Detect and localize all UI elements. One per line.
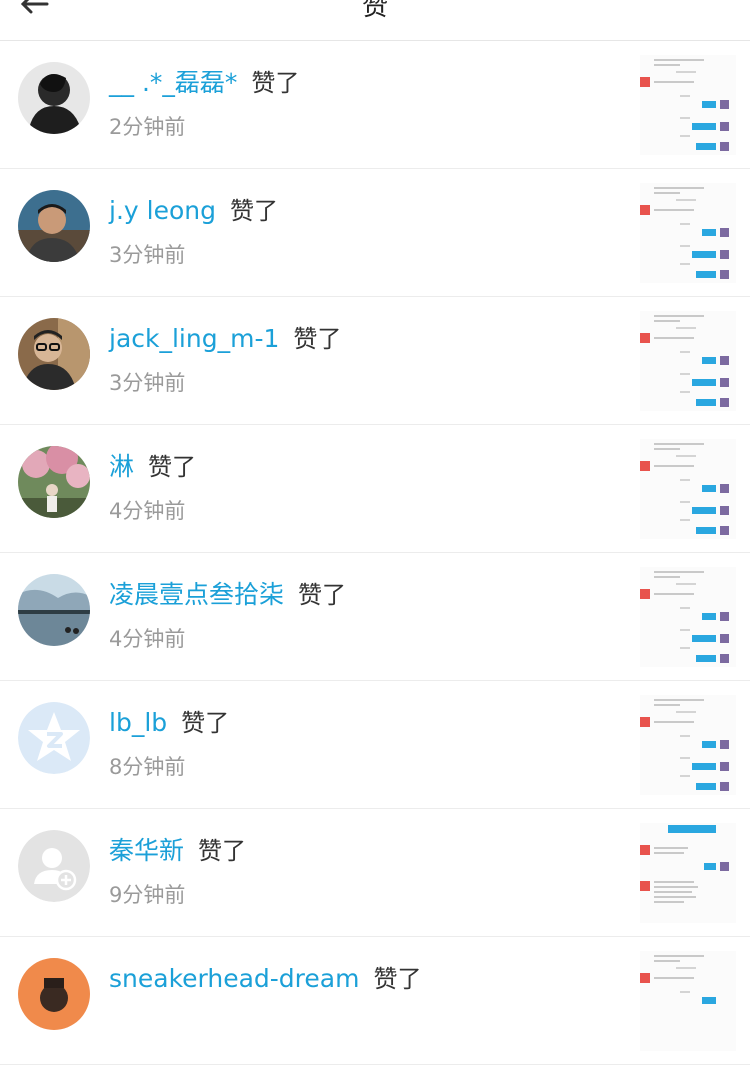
like-line: 凌晨壹点叁拾柒 赞了 bbox=[109, 575, 346, 611]
timestamp: 9分钟前 bbox=[109, 883, 186, 907]
page-title: 赞 bbox=[361, 0, 388, 22]
timestamp: 4分钟前 bbox=[109, 627, 186, 651]
like-line: lb_lb 赞了 bbox=[109, 703, 229, 738]
action-text: 赞了 bbox=[148, 453, 197, 481]
action-text: 赞了 bbox=[293, 325, 342, 353]
like-line: j.y leong 赞了 bbox=[109, 191, 278, 226]
like-line: __ .*_磊磊* 赞了 bbox=[109, 63, 299, 99]
post-thumbnail[interactable] bbox=[640, 183, 736, 283]
username-link[interactable]: j.y leong bbox=[109, 196, 216, 225]
list-item[interactable]: sneakerhead-dream 赞了 bbox=[0, 937, 750, 1065]
username-link[interactable]: 凌晨壹点叁拾柒 bbox=[109, 580, 284, 609]
list-item[interactable]: lb_lb 赞了 8分钟前 bbox=[0, 681, 750, 809]
avatar[interactable] bbox=[18, 62, 90, 134]
timestamp: 3分钟前 bbox=[109, 371, 186, 395]
username-link[interactable]: sneakerhead-dream bbox=[109, 964, 359, 993]
timestamp: 3分钟前 bbox=[109, 243, 186, 267]
list-item[interactable]: jack_ling_m-1 赞了 3分钟前 bbox=[0, 297, 750, 425]
post-thumbnail[interactable] bbox=[640, 567, 736, 667]
like-line: jack_ling_m-1 赞了 bbox=[109, 319, 341, 354]
username-link[interactable]: __ .*_磊磊* bbox=[109, 68, 237, 97]
avatar[interactable] bbox=[18, 958, 90, 1030]
action-text: 赞了 bbox=[251, 69, 300, 97]
avatar[interactable] bbox=[18, 702, 90, 774]
top-bar: 赞 bbox=[0, 0, 750, 41]
avatar[interactable] bbox=[18, 446, 90, 518]
like-line: 淋赞了 bbox=[109, 447, 196, 483]
username-link[interactable]: lb_lb bbox=[109, 708, 167, 737]
list-item[interactable]: j.y leong 赞了 3分钟前 bbox=[0, 169, 750, 297]
list-item[interactable]: 秦华新 赞了 9分钟前 bbox=[0, 809, 750, 937]
avatar[interactable] bbox=[18, 318, 90, 390]
action-text: 赞了 bbox=[181, 709, 230, 737]
default-user-icon bbox=[18, 830, 90, 902]
action-text: 赞了 bbox=[298, 581, 347, 609]
post-thumbnail[interactable] bbox=[640, 55, 736, 155]
post-thumbnail[interactable] bbox=[640, 823, 736, 923]
avatar[interactable] bbox=[18, 190, 90, 262]
post-thumbnail[interactable] bbox=[640, 951, 736, 1051]
likes-list: __ .*_磊磊* 赞了 2分钟前 j.y leong 赞了 3分钟前 jack… bbox=[0, 41, 750, 1065]
post-thumbnail[interactable] bbox=[640, 695, 736, 795]
username-link[interactable]: jack_ling_m-1 bbox=[109, 324, 279, 353]
username-link[interactable]: 淋 bbox=[109, 452, 134, 481]
timestamp: 2分钟前 bbox=[109, 115, 186, 139]
action-text: 赞了 bbox=[198, 837, 247, 865]
timestamp: 8分钟前 bbox=[109, 755, 186, 779]
action-text: 赞了 bbox=[229, 197, 278, 225]
timestamp: 4分钟前 bbox=[109, 499, 186, 523]
avatar[interactable] bbox=[18, 574, 90, 646]
list-item[interactable]: __ .*_磊磊* 赞了 2分钟前 bbox=[0, 41, 750, 169]
avatar[interactable] bbox=[18, 830, 90, 902]
like-line: 秦华新 赞了 bbox=[109, 831, 246, 867]
list-item[interactable]: 淋赞了 4分钟前 bbox=[0, 425, 750, 553]
list-item[interactable]: 凌晨壹点叁拾柒 赞了 4分钟前 bbox=[0, 553, 750, 681]
post-thumbnail[interactable] bbox=[640, 439, 736, 539]
username-link[interactable]: 秦华新 bbox=[109, 836, 184, 865]
action-text: 赞了 bbox=[373, 965, 422, 993]
like-line: sneakerhead-dream 赞了 bbox=[109, 959, 421, 994]
post-thumbnail[interactable] bbox=[640, 311, 736, 411]
qzone-star-icon bbox=[18, 702, 90, 774]
